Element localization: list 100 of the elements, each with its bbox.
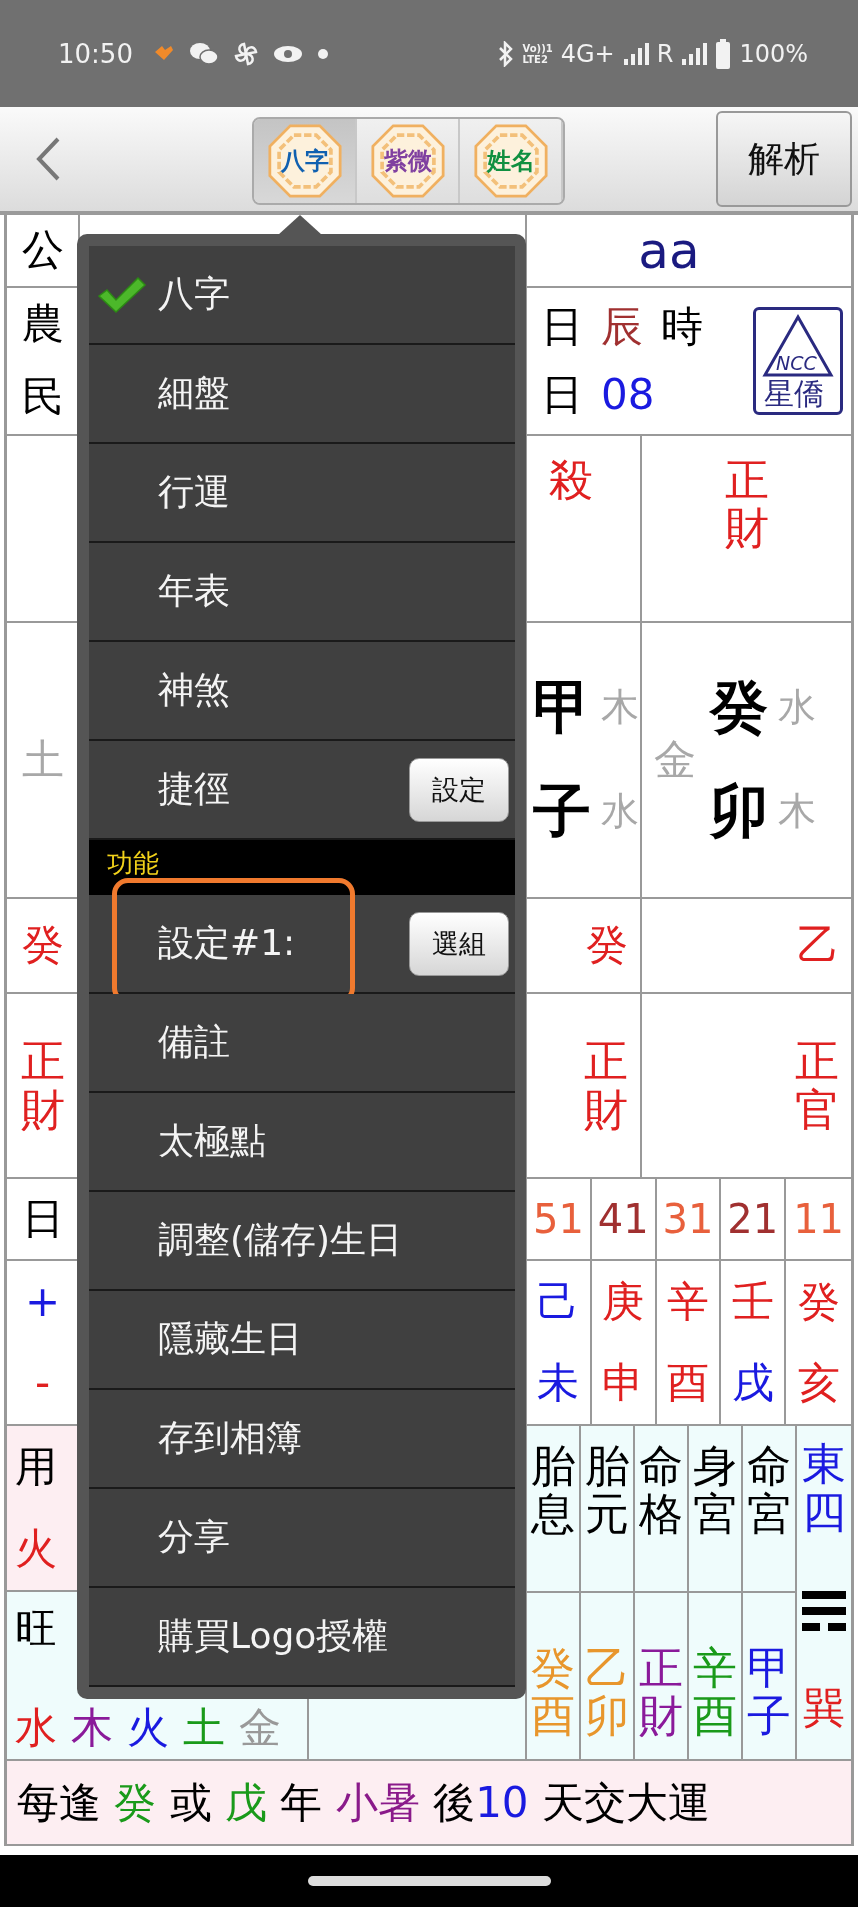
use-label: 用 [15, 1443, 58, 1491]
age-text: 21 [727, 1196, 779, 1242]
stem-text: 甲 [533, 676, 591, 740]
day-master-label: 日 [21, 1195, 64, 1243]
menu-item[interactable]: 太極點 [89, 1093, 515, 1192]
bagua-icon [267, 124, 342, 198]
palace-label: 命格 [639, 1442, 683, 1542]
element-text: 土 [183, 1704, 225, 1751]
stem-text: 己 [537, 1278, 580, 1325]
battery-label: 100% [739, 39, 808, 68]
date-text: 日 [541, 303, 583, 350]
element-text: 木 [601, 687, 639, 729]
bagua-icon [370, 124, 445, 198]
hidden-stem-text: 癸 [21, 922, 64, 969]
branch-text: 亥 [797, 1360, 840, 1407]
element-text: 水 [778, 687, 816, 729]
menu-item[interactable]: 分享 [89, 1489, 515, 1588]
network-label: 4G+ [560, 39, 615, 68]
age-text: 31 [662, 1196, 714, 1242]
ten-god-text: 正財 [724, 456, 769, 553]
age-text: 41 [597, 1196, 649, 1242]
menu-button[interactable]: 設定 [409, 757, 509, 822]
clock: 10:50 [58, 38, 133, 69]
roaming-label: R [656, 39, 674, 68]
element-text: 土 [21, 736, 64, 784]
date-text: 辰 [601, 303, 643, 350]
chart-tab[interactable]: 紫微 [357, 119, 460, 203]
menu-item[interactable]: 八字 [89, 246, 515, 345]
calendar-label: 農 [21, 301, 64, 348]
element-text: 金 [654, 736, 696, 784]
analyze-button[interactable]: 解析 [716, 111, 852, 207]
triangle-icon [762, 314, 834, 378]
menu-section-header: 功能 [89, 840, 515, 895]
ten-god-text: 正財 [584, 1037, 628, 1134]
back-button[interactable] [34, 136, 62, 182]
palace-value: 正財 [639, 1643, 683, 1741]
menu-button[interactable]: 選組 [409, 911, 509, 976]
palace-value: 癸酉 [531, 1643, 575, 1741]
stem-text: 癸 [710, 676, 768, 740]
menu-item[interactable]: 調整(儲存)生日 [89, 1192, 515, 1291]
chart-name: aa [638, 221, 700, 280]
element-text: 木 [778, 791, 816, 833]
menu-item[interactable]: 神煞 [89, 642, 515, 741]
branch-text: 申 [602, 1360, 645, 1407]
palace-label: 胎元 [585, 1442, 629, 1542]
element-text: 火 [127, 1704, 169, 1751]
branch-text: 未 [537, 1360, 580, 1407]
ten-god-text: 正財 [20, 1037, 65, 1134]
menu-item[interactable]: 細盤 [89, 345, 515, 444]
hidden-stem-text: 癸 [586, 922, 628, 969]
logo-text: NCC [776, 354, 817, 373]
ten-god-text: 正官 [795, 1037, 839, 1134]
branch-text: 子 [533, 780, 591, 844]
trigram-icon [802, 1590, 846, 1631]
bluetooth-icon [496, 40, 515, 67]
volte-label: LTE2 [522, 53, 548, 65]
calendar-label: 公 [21, 227, 64, 274]
branch-text: 卯 [710, 780, 768, 844]
bagua-icon [473, 124, 548, 198]
age-text: 51 [532, 1196, 584, 1242]
ten-god-text: 殺 [549, 456, 593, 505]
signal-icon [681, 41, 708, 66]
branch-text: 酉 [667, 1360, 709, 1407]
use-value: 火 [15, 1525, 58, 1573]
pinwheel-icon [232, 40, 259, 67]
stem-text: 庚 [602, 1278, 645, 1325]
direction-text: 東四 [802, 1440, 846, 1537]
back-icon [34, 136, 62, 182]
stem-text: 癸 [797, 1278, 840, 1325]
palace-label: 命宮 [747, 1442, 791, 1542]
element-text: 木 [71, 1704, 113, 1751]
sign-text: - [34, 1360, 51, 1407]
palace-label: 胎息 [531, 1442, 575, 1542]
palace-value: 辛酉 [693, 1643, 737, 1741]
volte-label: Vo))1 [522, 42, 553, 54]
menu-item[interactable]: 設定#1: 選組 [89, 895, 515, 994]
logo-text: 星僑 [764, 377, 824, 410]
menu-item[interactable]: 年表 [89, 543, 515, 642]
chart-tab[interactable]: 姓名 [460, 119, 563, 203]
hidden-stem-text: 乙 [797, 922, 839, 969]
element-text: 水 [15, 1704, 57, 1751]
date-text: 08 [601, 372, 655, 419]
menu-item[interactable]: 捷徑 設定 [89, 741, 515, 840]
stem-text: 壬 [731, 1278, 774, 1325]
chart-tab[interactable]: 八字 [254, 119, 357, 203]
date-text: 時 [661, 303, 703, 350]
trigram-text: 巽 [803, 1684, 845, 1731]
branch-text: 戌 [731, 1360, 774, 1407]
strong-label: 旺 [15, 1605, 57, 1653]
luck-note: 每逢 癸 或 戊 年 小暑 後10 天交大運 [17, 1776, 710, 1829]
menu-item[interactable]: 存到相簿 [89, 1390, 515, 1489]
menu-item[interactable]: 行運 [89, 444, 515, 543]
menu-item[interactable]: 購買Logo授權 [89, 1588, 515, 1687]
age-text: 11 [793, 1196, 845, 1242]
menu-item[interactable]: 備註 [89, 994, 515, 1093]
element-text: 水 [601, 791, 639, 833]
menu-item[interactable]: 隱藏生日 [89, 1291, 515, 1390]
calendar-label: 民 [21, 374, 64, 421]
sign-text: + [24, 1278, 61, 1325]
date-text: 日 [541, 372, 583, 419]
